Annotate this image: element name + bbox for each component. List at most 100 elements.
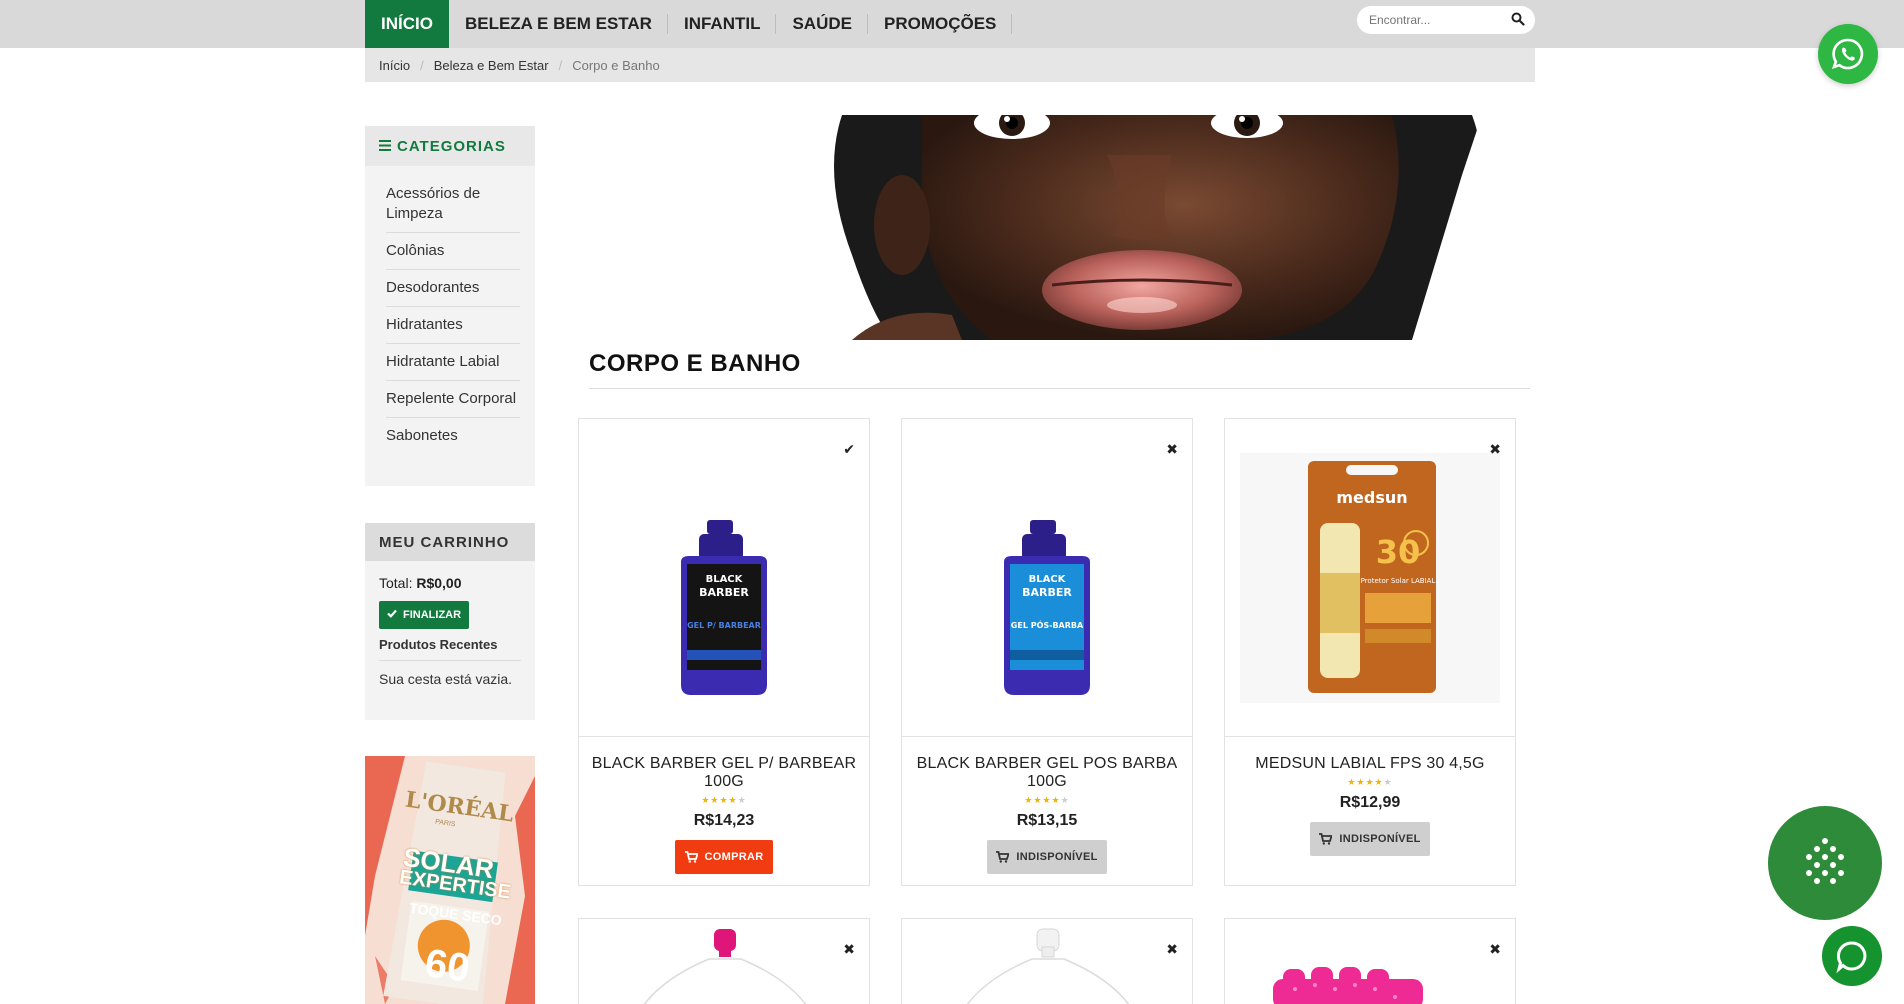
unavailable-button[interactable]: INDISPONÍVEL [987, 840, 1107, 874]
sunscreen-ad-banner[interactable]: L'ORÉAL PARIS SOLAR EXPERTISE TOQUE SECO… [365, 756, 535, 1004]
unavailable-icon[interactable]: ✖ [1489, 941, 1501, 958]
cart-panel: MEU CARRINHO Total: R$0,00 FINALIZAR Pro… [365, 523, 535, 720]
unavailable-label: INDISPONÍVEL [1339, 833, 1421, 845]
category-acessorios-de-limpeza[interactable]: Acessórios de Limpeza [386, 176, 520, 233]
product-image-area[interactable]: ✖ medsun 30 Protetor Solar LABIAL [1225, 419, 1515, 737]
dots-icon [1806, 838, 1844, 884]
breadcrumb-home[interactable]: Início [379, 58, 410, 73]
product-card[interactable]: ✖ [578, 918, 870, 1004]
whatsapp-button[interactable] [1818, 24, 1878, 84]
breadcrumb-current: Corpo e Banho [572, 57, 660, 73]
product-image: BLACK BARBER GEL PÓS-BARBA [1004, 520, 1090, 695]
nav-item-beleza[interactable]: BELEZA E BEM ESTAR [449, 0, 668, 48]
product-image-area[interactable]: ✖ BLACK BARBER GEL PÓS-BARBA [902, 419, 1192, 737]
product-name[interactable]: BLACK BARBER GEL POS BARBA 100G [902, 755, 1192, 791]
product-card[interactable]: ✖ medsun 30 Protetor Solar LABIAL MEDSUN… [1224, 418, 1516, 886]
live-chat-button[interactable] [1822, 926, 1882, 986]
unavailable-button[interactable]: INDISPONÍVEL [1310, 822, 1430, 856]
product-price: R$13,15 [1016, 812, 1078, 829]
nav-item-infantil[interactable]: INFANTIL [668, 0, 777, 48]
product-label-sub: GEL P/ BARBEAR [687, 621, 761, 630]
product-label-mid: BARBER [699, 586, 749, 599]
category-hidratantes[interactable]: Hidratantes [386, 307, 520, 344]
cart-total: Total: R$0,00 [379, 575, 521, 591]
unavailable-icon[interactable]: ✖ [1166, 941, 1178, 958]
cart-total-value: R$0,00 [416, 575, 462, 591]
main-nav: INÍCIO BELEZA E BEM ESTAR INFANTIL SAÚDE… [365, 0, 1013, 48]
product-name[interactable]: MEDSUN LABIAL FPS 30 4,5G [1225, 755, 1515, 773]
checkout-label: FINALIZAR [403, 609, 462, 621]
chat-widget-button[interactable] [1768, 806, 1882, 920]
product-image [966, 928, 1130, 1004]
product-label-top: BLACK [706, 574, 744, 585]
product-card[interactable]: ✔ BLACK BARBER GEL P/ BARBEAR BLACK BARB… [578, 418, 870, 886]
category-colonias[interactable]: Colônias [386, 233, 520, 270]
breadcrumb-separator: / [420, 57, 424, 73]
title-divider [589, 388, 1530, 389]
product-label-sub: Protetor Solar LABIAL [1361, 577, 1436, 585]
unavailable-icon[interactable]: ✖ [1489, 441, 1501, 458]
check-icon[interactable]: ✔ [843, 441, 855, 458]
product-label-mid: BARBER [1022, 586, 1072, 599]
breadcrumb-beleza[interactable]: Beleza e Bem Estar [434, 58, 549, 73]
product-card[interactable]: ✖ [1224, 918, 1516, 1004]
breadcrumb: Início / Beleza e Bem Estar / Corpo e Ba… [365, 48, 1535, 82]
cart-icon [1319, 833, 1333, 845]
buy-button[interactable]: COMPRAR [675, 840, 773, 874]
nav-item-inicio[interactable]: INÍCIO [365, 0, 449, 48]
product-card[interactable]: ✖ BLACK BARBER GEL PÓS-BARBA BLACK BARBE… [901, 418, 1193, 886]
category-repelente-corporal[interactable]: Repelente Corporal [386, 381, 520, 418]
nav-item-promocoes[interactable]: PROMOÇÕES [868, 0, 1013, 48]
nav-label: INÍCIO [381, 14, 433, 33]
category-hidratante-labial[interactable]: Hidratante Labial [386, 344, 520, 381]
chat-bubble-icon [1836, 941, 1867, 973]
cart-icon [684, 851, 698, 863]
product-rating: ★★★★★ [1024, 795, 1070, 805]
whatsapp-icon [1831, 38, 1864, 70]
nav-divider [1011, 14, 1013, 34]
ad-spf: 60 [422, 941, 473, 991]
product-image [1273, 967, 1423, 1004]
product-label-top: BLACK [1029, 574, 1067, 585]
search-input[interactable] [1357, 13, 1497, 27]
product-image: medsun 30 Protetor Solar LABIAL [1240, 452, 1500, 703]
product-label-mid: 30 [1376, 533, 1421, 571]
nav-label: SAÚDE [792, 14, 852, 33]
product-image [643, 929, 807, 1004]
categories-list: Acessórios de Limpeza Colônias Desodoran… [365, 166, 535, 454]
nav-label: PROMOÇÕES [883, 14, 997, 33]
hero-banner [812, 115, 1482, 340]
menu-icon [379, 138, 391, 155]
product-price: R$12,99 [1339, 794, 1401, 811]
cart-header: MEU CARRINHO [365, 523, 535, 561]
hero-image [812, 115, 1482, 340]
category-sabonetes[interactable]: Sabonetes [386, 418, 520, 454]
categories-header: CATEGORIAS [365, 126, 535, 166]
category-desodorantes[interactable]: Desodorantes [386, 270, 520, 307]
recent-products-title: Produtos Recentes [379, 637, 521, 661]
unavailable-label: INDISPONÍVEL [1016, 851, 1098, 863]
page-title: CORPO E BANHO [589, 350, 801, 377]
cart-icon [996, 851, 1010, 863]
cart-empty-text: Sua cesta está vazia. [379, 671, 513, 687]
product-rating: ★★★★★ [1347, 777, 1393, 787]
nav-label: BELEZA E BEM ESTAR [464, 14, 652, 33]
product-card[interactable]: ✖ [901, 918, 1193, 1004]
unavailable-icon[interactable]: ✖ [843, 941, 855, 958]
product-name[interactable]: BLACK BARBER GEL P/ BARBEAR 100G [579, 755, 869, 791]
search-icon[interactable] [1511, 12, 1527, 28]
breadcrumb-separator: / [558, 57, 563, 73]
product-image-area[interactable]: ✔ BLACK BARBER GEL P/ BARBEAR [579, 419, 869, 737]
unavailable-icon[interactable]: ✖ [1166, 441, 1178, 458]
product-price: R$14,23 [693, 812, 755, 829]
categories-title: CATEGORIAS [397, 137, 506, 155]
product-image: BLACK BARBER GEL P/ BARBEAR [681, 520, 767, 695]
top-navigation-bar: INÍCIO BELEZA E BEM ESTAR INFANTIL SAÚDE… [0, 0, 1904, 48]
product-rating: ★★★★★ [701, 795, 747, 805]
search-box [1357, 6, 1535, 34]
nav-item-saude[interactable]: SAÚDE [776, 0, 868, 48]
cart-total-label: Total: [379, 575, 413, 591]
cart-body: Total: R$0,00 FINALIZAR Produtos Recente… [365, 561, 535, 687]
checkout-button[interactable]: FINALIZAR [379, 601, 470, 629]
product-label-sub: GEL PÓS-BARBA [1011, 619, 1084, 630]
